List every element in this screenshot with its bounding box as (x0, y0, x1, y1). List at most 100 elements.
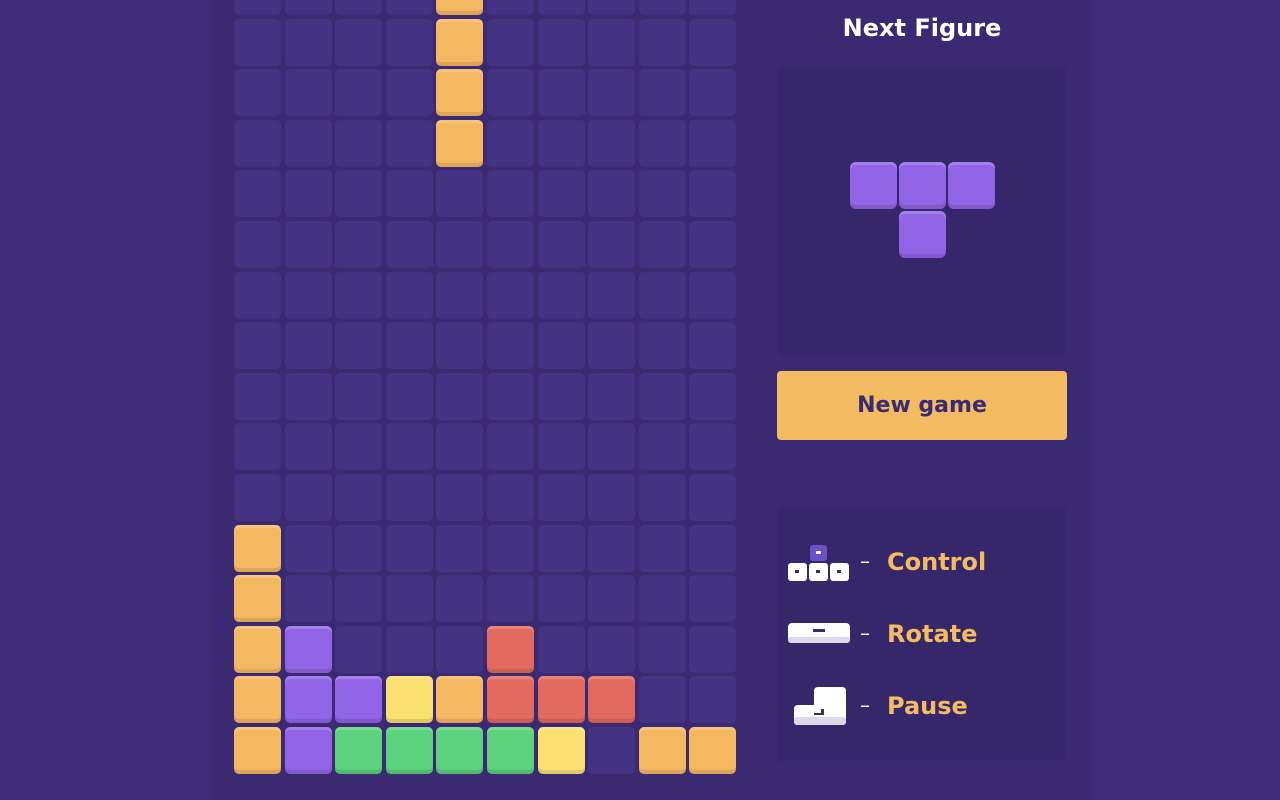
empty-cell (689, 625, 737, 673)
empty-cell (638, 221, 686, 268)
empty-cell (335, 18, 383, 66)
empty-cell (689, 423, 737, 471)
empty-cell (385, 474, 433, 521)
empty-cell (385, 18, 433, 66)
empty-cell (537, 372, 585, 420)
empty-cell (588, 372, 636, 420)
empty-cell (487, 221, 534, 268)
empty-cell (689, 69, 737, 117)
empty-cell (335, 524, 383, 572)
empty-cell (436, 322, 484, 370)
empty-cell (284, 524, 332, 572)
empty-cell (234, 170, 281, 218)
empty-cell (234, 18, 281, 66)
empty-cell (689, 271, 737, 319)
orange-block (234, 575, 281, 623)
red-block (487, 625, 534, 673)
empty-cell (335, 271, 383, 319)
empty-cell (588, 423, 636, 471)
empty-cell (436, 625, 484, 673)
empty-cell (487, 170, 534, 218)
orange-block (234, 625, 281, 673)
empty-cell (638, 18, 686, 66)
empty-cell (385, 69, 433, 117)
empty-cell (588, 221, 636, 268)
empty-cell (234, 322, 281, 370)
empty-cell (588, 575, 636, 623)
empty-cell (284, 170, 332, 218)
purple-block (284, 676, 332, 724)
empty-cell (335, 372, 383, 420)
enter-key-icon (794, 687, 846, 725)
empty-cell (234, 0, 281, 15)
empty-cell (284, 423, 332, 471)
empty-cell (638, 676, 686, 724)
empty-cell (284, 322, 332, 370)
empty-cell (385, 575, 433, 623)
orange-block (436, 0, 484, 15)
red-block (487, 676, 534, 724)
empty-cell (284, 474, 332, 521)
empty-cell (588, 625, 636, 673)
empty-cell (436, 423, 484, 471)
purple-block (335, 676, 383, 724)
empty-cell (234, 119, 281, 167)
empty-cell (436, 575, 484, 623)
next-figure-block (898, 211, 946, 258)
empty-cell (436, 271, 484, 319)
empty-cell (638, 322, 686, 370)
empty-cell (335, 221, 383, 268)
empty-cell (335, 575, 383, 623)
empty-cell (487, 69, 534, 117)
empty-cell (436, 170, 484, 218)
next-figure-preview (778, 67, 1066, 355)
pause-label: Pause (887, 692, 968, 720)
green-block (335, 727, 383, 774)
green-block (487, 727, 534, 774)
empty-cell (487, 0, 534, 15)
empty-cell (335, 69, 383, 117)
empty-cell (335, 170, 383, 218)
empty-cell (638, 119, 686, 167)
empty-cell (689, 575, 737, 623)
orange-block (638, 727, 686, 774)
empty-cell (385, 423, 433, 471)
empty-cell (487, 372, 534, 420)
next-figure-block (849, 162, 897, 209)
empty-cell (436, 524, 484, 572)
new-game-button[interactable]: New game (777, 371, 1067, 440)
next-figure-block (898, 162, 946, 209)
empty-cell (689, 221, 737, 268)
empty-cell (234, 221, 281, 268)
empty-cell (487, 524, 534, 572)
empty-cell (385, 625, 433, 673)
empty-cell (284, 221, 332, 268)
empty-cell (588, 170, 636, 218)
empty-cell (537, 322, 585, 370)
green-block (385, 727, 433, 774)
next-figure-title: Next Figure (842, 14, 1002, 42)
empty-cell (284, 0, 332, 15)
empty-cell (588, 69, 636, 117)
empty-cell (335, 423, 383, 471)
empty-cell (588, 271, 636, 319)
empty-cell (234, 372, 281, 420)
empty-cell (487, 271, 534, 319)
empty-cell (537, 271, 585, 319)
empty-cell (689, 0, 737, 15)
empty-cell (537, 423, 585, 471)
empty-cell (385, 119, 433, 167)
empty-cell (487, 423, 534, 471)
empty-cell (588, 524, 636, 572)
empty-cell (588, 474, 636, 521)
orange-block (436, 69, 484, 117)
empty-cell (588, 727, 636, 774)
empty-cell (689, 119, 737, 167)
empty-cell (537, 170, 585, 218)
game-board (234, 0, 740, 778)
purple-block (284, 727, 332, 774)
empty-cell (689, 322, 737, 370)
control-dash: – (860, 549, 870, 573)
empty-cell (487, 18, 534, 66)
empty-cell (638, 524, 686, 572)
